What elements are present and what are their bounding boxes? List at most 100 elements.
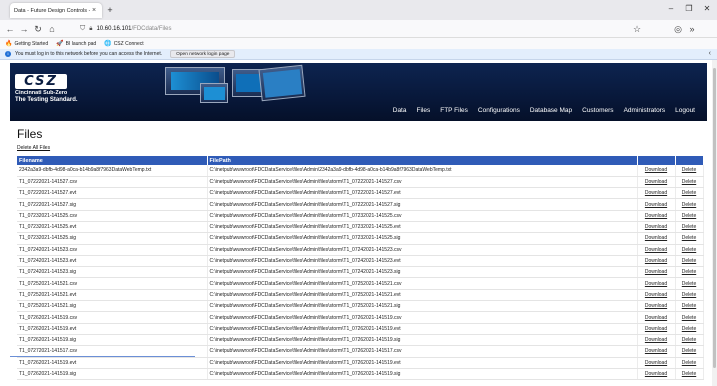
delete-link[interactable]: Delete [682,269,696,275]
filepath-cell: C:\inetpub\wwwroot\FDCDataService\files\… [207,334,638,347]
address-bar[interactable]: ⛉ 🔒︎ 10.60.16.101 /FDCdata/Files [80,23,650,35]
delete-link[interactable]: Delete [682,371,696,377]
pocket-icon[interactable]: ◎ [672,23,684,35]
minimize-icon[interactable]: – [664,3,678,15]
download-link[interactable]: Download [645,202,667,208]
page-scrollbar-thumb[interactable] [713,68,716,368]
delete-cell: Delete [675,244,704,256]
nav-customers[interactable]: Customers [582,107,613,114]
download-link[interactable]: Download [645,360,667,366]
table-row: T1_07232021-141525.sig C:\inetpub\wwwroot… [17,232,704,245]
nav-files[interactable]: Files [416,107,430,114]
download-link[interactable]: Download [645,167,667,173]
column-header-filepath[interactable]: FilePath [207,156,638,165]
csz-logo[interactable]: CSZ [15,74,67,89]
filename-cell: T1_07232021-141525.sig [17,232,208,245]
download-cell: Download [637,266,676,279]
download-cell: Download [637,165,676,177]
download-link[interactable]: Download [645,371,667,377]
delete-link[interactable]: Delete [682,202,696,208]
table-row: T1_07222021-141527.evt C:\inetpub\wwwroot… [17,187,704,200]
browser-tab[interactable]: Data - Future Design Controls - FDC × [10,3,102,18]
close-window-icon[interactable]: ✕ [700,3,714,15]
delete-link[interactable]: Delete [682,179,696,185]
brand-tagline: The Testing Standard. [15,97,78,103]
network-login-notice: i You must log in to this network before… [0,49,717,60]
download-link[interactable]: Download [645,281,667,287]
filepath-cell: C:\inetpub\wwwroot\FDCDataService\files\… [207,323,638,335]
filename-cell: T1_07222021-141527.sig [17,198,208,211]
delete-link[interactable]: Delete [682,258,696,264]
download-link[interactable]: Download [645,292,667,298]
download-link[interactable]: Download [645,247,667,253]
delete-cell: Delete [675,345,704,358]
delete-link[interactable]: Delete [682,326,696,332]
new-tab-button[interactable]: + [105,4,115,16]
download-link[interactable]: Download [645,348,667,354]
controller-image [200,83,228,103]
column-header-delete [675,156,704,165]
extensions-overflow-icon[interactable]: » [686,23,698,35]
shield-icon: ⛉ [80,25,86,32]
filename-cell: T1_07222021-141527.evt [17,187,208,200]
nav-administrators[interactable]: Administrators [624,107,666,114]
download-link[interactable]: Download [645,303,667,309]
nav-logout[interactable]: Logout [675,107,695,114]
delete-link[interactable]: Delete [682,224,696,230]
bookmark-star-icon[interactable]: ☆ [631,23,643,35]
delete-link[interactable]: Delete [682,303,696,309]
delete-link[interactable]: Delete [682,190,696,196]
nav-ftp-files[interactable]: FTP Files [440,107,468,114]
download-cell: Download [637,323,676,335]
filepath-cell: C:\inetpub\wwwroot\FDCDataService\files\… [207,345,638,358]
download-link[interactable]: Download [645,190,667,196]
delete-link[interactable]: Delete [682,337,696,343]
download-link[interactable]: Download [645,179,667,185]
download-link[interactable]: Download [645,269,667,275]
filename-cell: T1_07252021-141521.csv [17,277,208,290]
download-link[interactable]: Download [645,337,667,343]
download-link[interactable]: Download [645,315,667,321]
filename-cell: T1_07222021-141527.csv [17,176,208,189]
nav-data[interactable]: Data [393,107,407,114]
download-link[interactable]: Download [645,213,667,219]
delete-link[interactable]: Delete [682,247,696,253]
nav-configurations[interactable]: Configurations [478,107,520,114]
maximize-icon[interactable]: ❐ [682,3,696,15]
info-icon: i [5,51,11,57]
table-row: T1_07232021-141525.evt C:\inetpub\wwwroot… [17,221,704,234]
table-header-row: Filename FilePath [17,156,704,165]
forward-icon[interactable]: → [18,23,30,35]
column-header-download [637,156,676,165]
delete-link[interactable]: Delete [682,235,696,241]
back-icon[interactable]: ← [4,23,16,35]
download-link[interactable]: Download [645,326,667,332]
home-icon[interactable]: ⌂ [46,23,58,35]
nav-database-map[interactable]: Database Map [530,107,572,114]
download-cell: Download [637,300,676,313]
tab-title: Data - Future Design Controls - FDC [14,7,90,14]
filepath-cell: C:\inetpub\wwwroot\FDCDataService\files\… [207,277,638,290]
bookmark-csz-connect[interactable]: 🌐 CSZ Connect [104,40,144,48]
bookmark-getting-started[interactable]: 🔥 Getting Started [5,40,48,48]
filename-cell: T1_07232021-141525.evt [17,221,208,234]
delete-link[interactable]: Delete [682,281,696,287]
open-login-page-button[interactable]: Open network login page [170,50,236,58]
delete-link[interactable]: Delete [682,213,696,219]
delete-link[interactable]: Delete [682,360,696,366]
delete-link[interactable]: Delete [682,167,696,173]
delete-all-files-link[interactable]: Delete All Files [17,145,50,151]
delete-link[interactable]: Delete [682,292,696,298]
bookmark-bi-launch-pad[interactable]: 🚀 BI launch pad [56,40,96,48]
delete-link[interactable]: Delete [682,315,696,321]
download-link[interactable]: Download [645,224,667,230]
reload-icon[interactable]: ↻ [32,23,44,35]
delete-link[interactable]: Delete [682,348,696,354]
chevron-left-icon[interactable]: ‹ [709,50,711,57]
download-link[interactable]: Download [645,235,667,241]
download-link[interactable]: Download [645,258,667,264]
filename-cell: T1_07242021-141523.evt [17,255,208,268]
tab-close-icon[interactable]: × [90,7,98,14]
delete-cell: Delete [675,266,704,279]
column-header-filename[interactable]: Filename [17,156,208,165]
